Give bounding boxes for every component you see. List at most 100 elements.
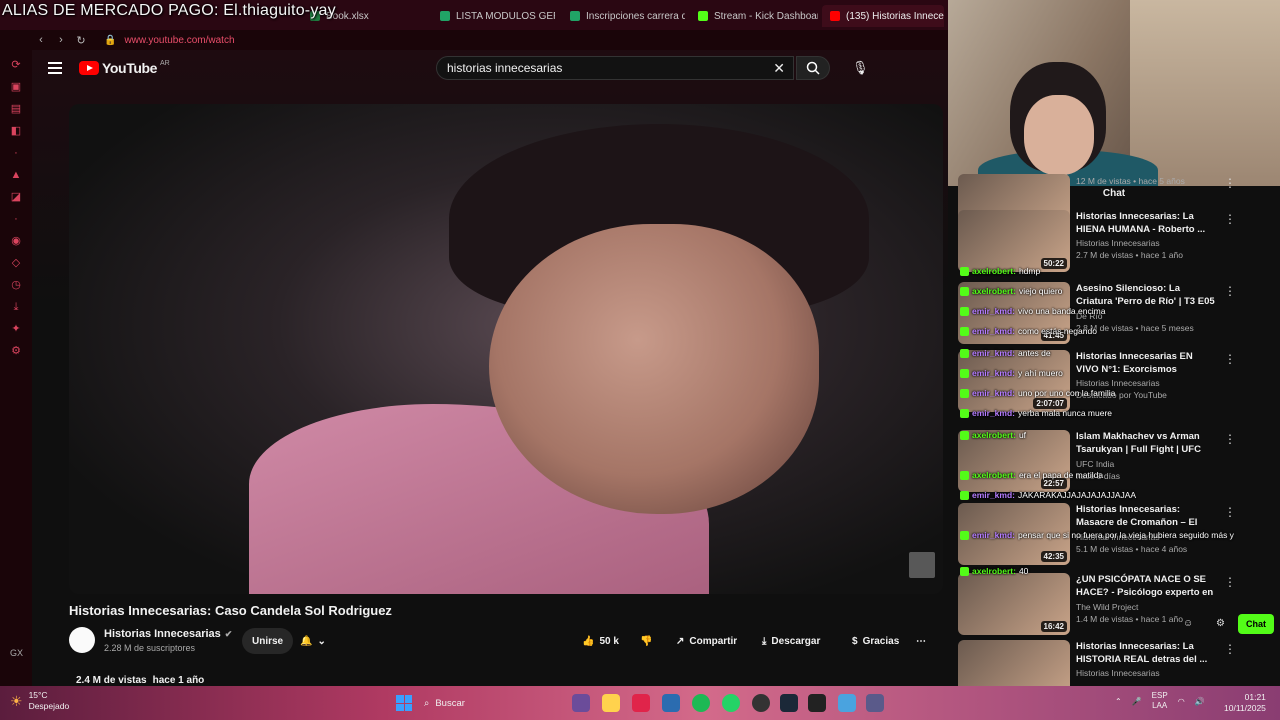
pin-icon[interactable]: ◇ <box>9 256 23 270</box>
more-vert-icon[interactable]: ⋮ <box>1224 432 1236 446</box>
more-vert-icon[interactable]: ⋮ <box>1224 575 1236 589</box>
microphone-icon[interactable]: 🎙 <box>852 60 869 76</box>
more-vert-icon[interactable]: ⋮ <box>1224 284 1236 298</box>
recommendation-title[interactable]: Historias Innecesarias: La HIENA HUMANA … <box>1076 210 1216 236</box>
spotify-icon[interactable] <box>692 694 710 712</box>
chat-username[interactable]: axelrobert: <box>972 566 1016 576</box>
channel-name[interactable]: Historias Innecesarias ✔ <box>104 628 232 640</box>
youtube-logo[interactable]: YouTube AR <box>79 60 170 76</box>
menu-icon[interactable] <box>48 62 62 74</box>
weather-widget[interactable]: ☀ 15°C Despejado <box>10 690 69 712</box>
recommendation-title[interactable]: Historias Innecesarias EN VIVO N°1: Exor… <box>1076 350 1216 376</box>
recommendation-channel[interactable]: UFC India <box>1076 459 1216 469</box>
more-vert-icon[interactable]: ⋮ <box>1224 352 1236 366</box>
fire-icon[interactable]: ▲ <box>9 168 23 182</box>
app-icon[interactable] <box>866 694 884 712</box>
weather-text: Despejado <box>28 701 70 711</box>
download-icon[interactable]: ⤓ <box>9 300 23 314</box>
chat-username[interactable]: emir_kmd: <box>972 388 1015 398</box>
recommendation-thumbnail[interactable]: 50:22 <box>958 210 1070 272</box>
recommendation-title[interactable]: Historias Innecesarias: Masacre de Croma… <box>1076 503 1216 530</box>
bag-icon[interactable]: ▣ <box>9 80 23 94</box>
opera-gx-icon[interactable] <box>632 694 650 712</box>
music-icon[interactable]: ◧ <box>9 124 23 138</box>
recommendation-thumbnail[interactable]: 2:07:07 <box>958 350 1070 412</box>
search-button[interactable] <box>796 56 830 80</box>
player-icon[interactable]: ◉ <box>9 234 23 248</box>
browser-tab-active[interactable]: (135) Historias Innecesar <box>822 5 944 27</box>
twitch-icon[interactable]: ◪ <box>9 190 23 204</box>
browser-tab[interactable]: Inscripciones carrera de <box>570 5 685 27</box>
recommendation-item[interactable]: 16:42 ¿UN PSICÓPATA NACE O SE HACE? - Psi… <box>958 573 1236 638</box>
language-indicator[interactable]: ESP LAA <box>1152 691 1168 711</box>
thanks-button[interactable]: $ Gracias <box>842 628 909 654</box>
chat-username[interactable]: axelrobert: <box>972 470 1016 480</box>
chat-send-button[interactable]: Chat <box>1238 614 1274 634</box>
back-icon[interactable]: ‹ <box>32 34 50 46</box>
chat-username[interactable]: emir_kmd: <box>972 408 1015 418</box>
mic-tray-icon[interactable]: 🎤 <box>1132 697 1142 706</box>
chat-username[interactable]: emir_kmd: <box>972 530 1015 540</box>
history-icon[interactable]: ⟳ <box>9 58 23 72</box>
whatsapp-icon[interactable] <box>722 694 740 712</box>
system-tray[interactable]: ⌃ 🎤 ESP LAA ◠ 🔊 <box>1115 691 1205 711</box>
chat-username[interactable]: axelrobert: <box>972 266 1016 276</box>
recommendation-channel[interactable]: Historias Innecesarias <box>1076 378 1216 388</box>
video-player[interactable] <box>69 104 943 594</box>
settings-icon[interactable]: ⚙ <box>9 344 23 358</box>
search-input[interactable]: historias innecesarias ✕ <box>436 56 794 80</box>
forward-icon[interactable]: › <box>52 34 70 46</box>
controller-icon[interactable]: ▤ <box>9 102 23 116</box>
windows-start-icon[interactable] <box>396 695 412 711</box>
join-button[interactable]: Unirse <box>242 628 294 654</box>
share-button[interactable]: ↗ Compartir <box>666 628 747 654</box>
notepad-icon[interactable] <box>838 694 856 712</box>
more-actions-button[interactable]: ⋯ <box>912 628 930 654</box>
recommendation-title[interactable]: ¿UN PSICÓPATA NACE O SE HACE? - Psicólog… <box>1076 573 1216 600</box>
reload-icon[interactable]: ↻ <box>72 34 90 47</box>
emote-icon[interactable]: ☺ <box>1183 618 1193 629</box>
url-field[interactable]: 🔒 www.youtube.com/watch <box>104 35 235 46</box>
chat-username[interactable]: axelrobert: <box>972 286 1016 296</box>
steam-icon[interactable] <box>780 694 798 712</box>
browser-tab[interactable]: LISTA MODULOS GERMA <box>440 5 555 27</box>
recommendation-title[interactable]: Historias Innecesarias: La HISTORIA REAL… <box>1076 640 1216 666</box>
chat-username[interactable]: emir_kmd: <box>972 368 1015 378</box>
chat-settings-icon[interactable]: ⚙ <box>1216 618 1225 629</box>
clock-icon[interactable]: ◷ <box>9 278 23 292</box>
volume-icon[interactable]: 🔊 <box>1195 697 1205 706</box>
channel-watermark[interactable] <box>909 552 935 578</box>
chat-username[interactable]: axelrobert: <box>972 430 1016 440</box>
clock[interactable]: 01:21 10/11/2025 <box>1224 692 1266 714</box>
download-button[interactable]: ⤓ Descargar <box>752 628 830 654</box>
epic-games-icon[interactable] <box>808 694 826 712</box>
recommendation-channel[interactable]: Historias Innecesarias <box>1076 238 1216 248</box>
chat-username[interactable]: emir_kmd: <box>972 306 1015 316</box>
extensions-icon[interactable]: ✦ <box>9 322 23 336</box>
store-icon[interactable] <box>662 694 680 712</box>
chat-username[interactable]: emir_kmd: <box>972 348 1015 358</box>
recommendation-title[interactable]: Islam Makhachev vs Arman Tsarukyan | Ful… <box>1076 430 1216 457</box>
recommendation-channel[interactable]: Historias Innecesarias <box>1076 668 1216 678</box>
channel-avatar[interactable] <box>69 627 95 653</box>
taskbar-search[interactable]: ⌕ Buscar <box>424 693 564 713</box>
more-vert-icon[interactable]: ⋮ <box>1224 505 1236 519</box>
notifications-button[interactable]: 🔔 ⌄ <box>290 628 336 654</box>
chevron-up-icon[interactable]: ⌃ <box>1115 697 1122 706</box>
recommendation-title[interactable]: Asesino Silencioso: La Criatura 'Perro d… <box>1076 282 1216 309</box>
recommendation-channel[interactable]: The Wild Project <box>1076 602 1216 612</box>
wifi-icon[interactable]: ◠ <box>1178 697 1185 706</box>
clear-icon[interactable]: ✕ <box>773 60 785 77</box>
like-button[interactable]: 👍 50 k <box>572 628 629 654</box>
more-vert-icon[interactable]: ⋮ <box>1224 642 1236 656</box>
dislike-button[interactable]: 👎 <box>630 628 662 654</box>
file-explorer-icon[interactable] <box>602 694 620 712</box>
recommendation-thumbnail[interactable]: 16:42 <box>958 573 1070 635</box>
more-vert-icon[interactable]: ⋮ <box>1224 212 1236 226</box>
chat-username[interactable]: emir_kmd: <box>972 326 1015 336</box>
recommendation-item[interactable]: 2:07:07 Historias Innecesarias EN VIVO N°… <box>958 350 1236 415</box>
taskview-icon[interactable] <box>572 694 590 712</box>
browser-tab[interactable]: Stream - Kick Dashboard <box>698 5 818 27</box>
obs-icon[interactable] <box>752 694 770 712</box>
chat-username[interactable]: emir_kmd: <box>972 490 1015 500</box>
